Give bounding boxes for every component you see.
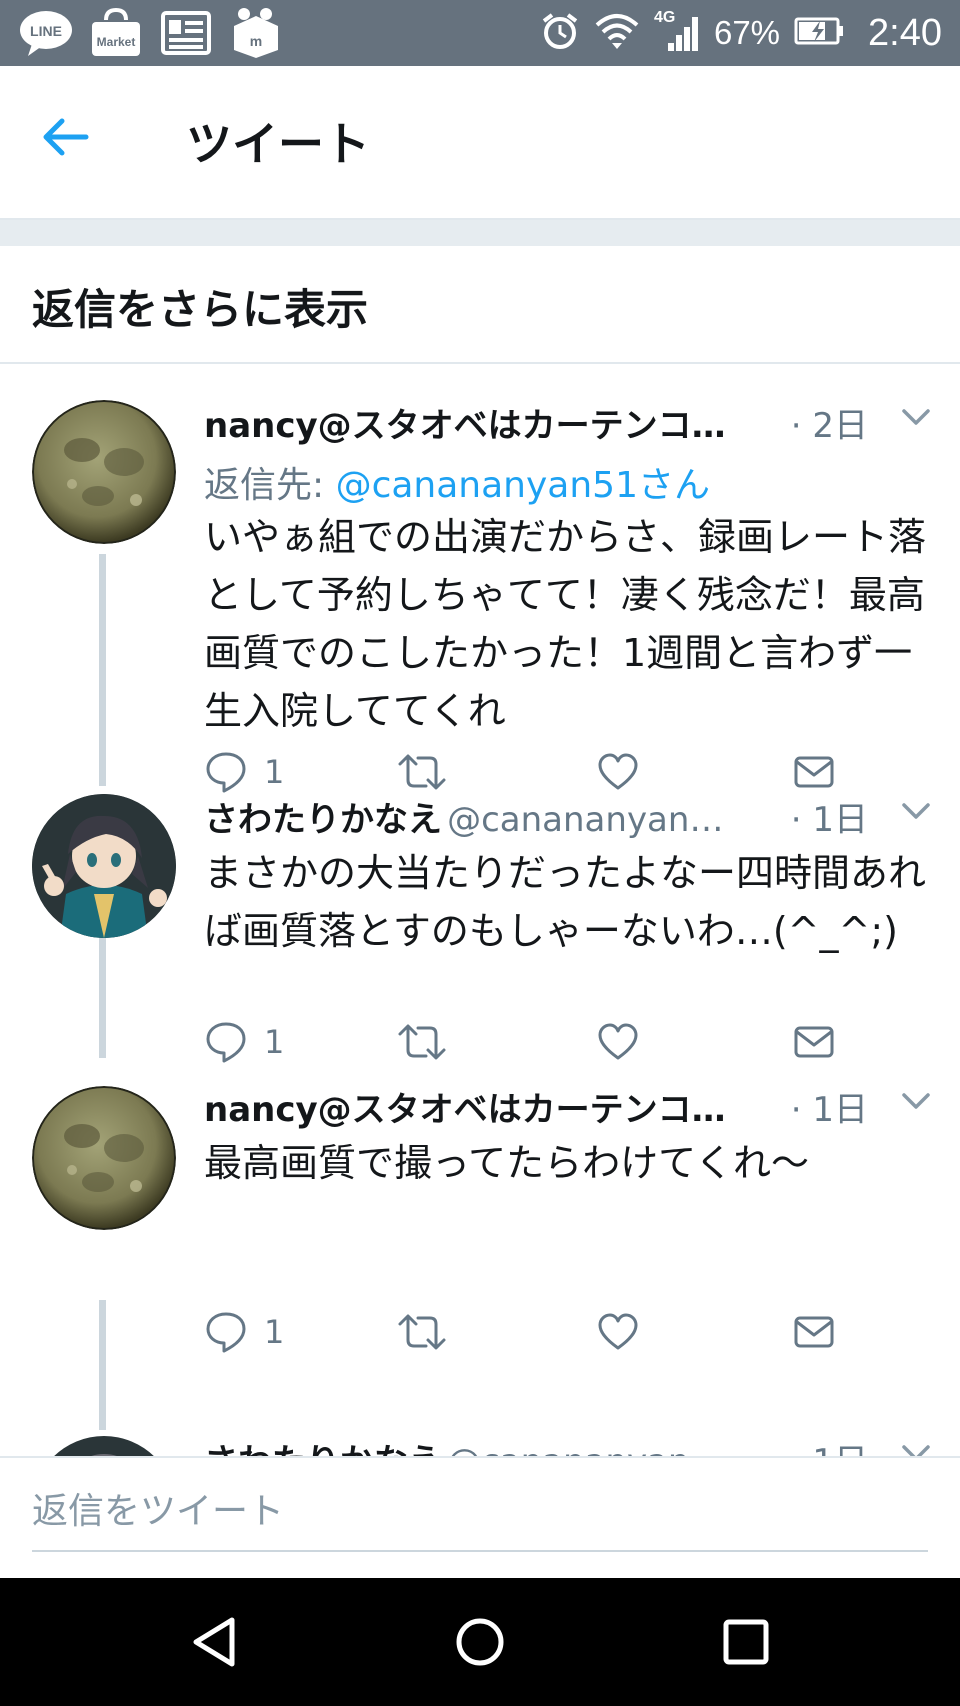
chevron-down-icon[interactable] — [898, 1086, 934, 1116]
tweet-text: いやぁ組での出演だからさ、録画レート落として予約しちゃてて！凄く残念だ！最高画質… — [204, 515, 927, 733]
envelope-icon — [794, 1026, 834, 1058]
replying-to: 返信先: @canananyan51さん — [204, 456, 710, 508]
battery-charging-icon — [794, 16, 844, 50]
envelope-icon — [794, 1316, 834, 1348]
like-button[interactable] — [596, 1310, 640, 1354]
like-button[interactable] — [596, 1020, 640, 1064]
envelope-icon — [794, 756, 834, 788]
tweet[interactable]: nancy@スタオベはカーテンコ… · 2日 返信先: @canananyan5… — [0, 364, 960, 794]
direct-message-button[interactable] — [792, 750, 836, 794]
reply-count: 1 — [264, 1023, 285, 1061]
timestamp: · 2日 — [790, 406, 868, 446]
show-more-replies-button[interactable]: 返信をさらに表示 — [0, 246, 960, 364]
reply-button[interactable]: 1 — [204, 750, 284, 794]
mercari-box-icon: m — [228, 6, 284, 60]
chevron-down-icon[interactable] — [898, 796, 934, 826]
display-name[interactable]: nancy@スタオベはカーテンコ… — [204, 406, 726, 446]
section-divider — [0, 220, 960, 246]
status-bar: LINE Market m 4G 67% 2:40 — [0, 0, 960, 66]
tweet[interactable]: さわたりかなえ @canananyan… · 1日 まさかの大当たりだったよなー… — [0, 794, 960, 1084]
retweet-icon — [398, 1314, 446, 1350]
username[interactable]: @canananyan… — [447, 1442, 723, 1456]
nav-recents-button[interactable] — [716, 1612, 776, 1672]
direct-message-button[interactable] — [792, 1310, 836, 1354]
tweet-actions: 1 — [204, 1020, 924, 1068]
retweet-button[interactable] — [396, 1020, 448, 1064]
direct-message-button[interactable] — [792, 1020, 836, 1064]
retweet-button[interactable] — [396, 1310, 448, 1354]
timestamp: · 1日 — [790, 1090, 868, 1130]
svg-text:m: m — [250, 33, 262, 49]
retweet-icon — [398, 754, 446, 790]
timestamp: · 1日 — [790, 800, 868, 840]
reply-composer — [0, 1456, 960, 1580]
alarm-icon — [540, 11, 580, 55]
chevron-down-icon[interactable] — [898, 1438, 934, 1456]
reply-count: 1 — [264, 753, 285, 791]
reply-thread: nancy@スタオベはカーテンコ… · 2日 返信先: @canananyan5… — [0, 364, 960, 1456]
nav-back-button[interactable] — [184, 1612, 244, 1672]
wifi-icon — [594, 11, 640, 55]
cell-signal-icon: 4G — [654, 9, 700, 53]
clock: 2:40 — [868, 11, 942, 54]
chevron-down-icon[interactable] — [898, 402, 934, 432]
page-title: ツイート — [186, 117, 370, 171]
battery-percent: 67% — [713, 14, 781, 51]
retweet-button[interactable] — [396, 750, 448, 794]
reply-bubble-icon — [206, 752, 246, 793]
replying-to-handle[interactable]: @canananyan51さん — [336, 465, 710, 506]
retweet-icon — [398, 1024, 446, 1060]
reply-input[interactable] — [32, 1472, 928, 1552]
username[interactable]: @canananyan… — [447, 800, 723, 840]
nav-home-button[interactable] — [450, 1612, 510, 1672]
display-name[interactable]: さわたりかなえ — [204, 1442, 442, 1456]
svg-text:LINE: LINE — [30, 23, 62, 39]
svg-text:Market: Market — [97, 35, 136, 49]
avatar[interactable] — [32, 794, 176, 938]
top-app-bar: ツイート — [0, 66, 960, 220]
back-arrow-icon — [43, 118, 89, 156]
circle-home-icon — [456, 1618, 504, 1666]
back-button[interactable] — [36, 113, 96, 161]
reply-count: 1 — [264, 1313, 285, 1351]
show-more-replies-label: 返信をさらに表示 — [32, 285, 369, 334]
like-button[interactable] — [596, 750, 640, 794]
heart-icon — [598, 753, 638, 790]
timestamp: · 1日 — [791, 1434, 868, 1456]
tweet-actions: 1 — [204, 1310, 924, 1358]
avatar[interactable] — [32, 400, 176, 544]
system-navigation-bar — [0, 1578, 960, 1706]
reply-bubble-icon — [206, 1312, 246, 1353]
tweet-actions: 1 — [204, 750, 924, 798]
market-app-icon: Market — [88, 6, 144, 60]
line-app-icon: LINE — [18, 6, 74, 60]
reply-button[interactable]: 1 — [204, 1310, 284, 1354]
reply-bubble-icon — [206, 1022, 246, 1063]
display-name[interactable]: さわたりかなえ — [204, 800, 442, 840]
replying-to-label: 返信先: — [204, 465, 336, 506]
tweet-text: まさかの大当たりだったよなー四時間あれば画質落とすのもしゃーないわ…(^_^;) — [204, 851, 927, 953]
news-app-icon — [158, 6, 214, 60]
display-name[interactable]: nancy@スタオベはカーテンコ… — [204, 1090, 726, 1130]
square-recents-icon — [723, 1619, 769, 1665]
heart-icon — [598, 1313, 638, 1350]
heart-icon — [598, 1023, 638, 1060]
avatar[interactable] — [32, 1086, 176, 1230]
tweet[interactable]: さわたりかなえ @canananyan… · 1日 — [0, 1436, 960, 1456]
tweet[interactable]: nancy@スタオベはカーテンコ… · 1日 最高画質で撮ってたらわけてくれ〜 … — [0, 1084, 960, 1424]
avatar[interactable] — [32, 1436, 176, 1456]
triangle-back-icon — [193, 1617, 235, 1667]
reply-button[interactable]: 1 — [204, 1020, 284, 1064]
tweet-text: 最高画質で撮ってたらわけてくれ〜 — [204, 1141, 809, 1185]
